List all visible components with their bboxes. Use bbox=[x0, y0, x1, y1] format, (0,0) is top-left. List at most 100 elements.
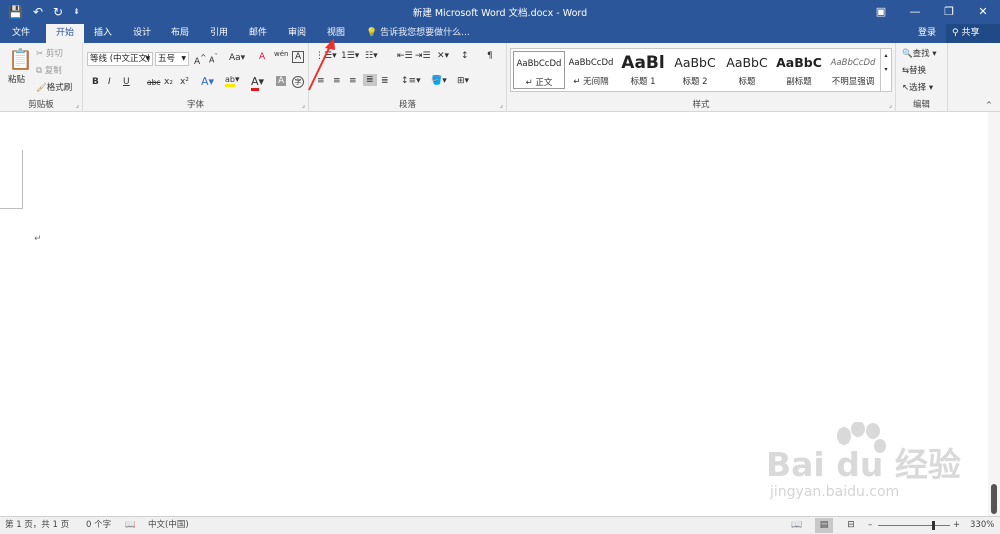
sort-icon[interactable]: ↕ bbox=[461, 51, 469, 61]
tell-me-box[interactable]: 💡 告诉我您想要做什么... bbox=[366, 24, 470, 43]
select-button[interactable]: ↖选择 ▾ bbox=[902, 81, 933, 93]
restore-button[interactable]: ❐ bbox=[932, 0, 966, 24]
dialog-launcher-icon[interactable]: ⌟ bbox=[500, 101, 503, 109]
decrease-indent-icon[interactable]: ⇤☰ bbox=[397, 51, 413, 61]
align-right-icon[interactable]: ≡ bbox=[349, 76, 357, 86]
dialog-launcher-icon[interactable]: ⌟ bbox=[76, 101, 79, 109]
person-icon: ⚲ bbox=[952, 28, 959, 38]
style-subtitle[interactable]: AaBbC 副标题 bbox=[773, 51, 825, 89]
editing-group-label: 编辑 bbox=[912, 100, 930, 110]
format-painter-button[interactable]: 🖌格式刷 bbox=[36, 81, 72, 93]
strikethrough-button[interactable]: abc bbox=[147, 78, 160, 87]
page-count[interactable]: 第 1 页，共 1 页 bbox=[5, 517, 69, 534]
sign-in-link[interactable]: 登录 bbox=[918, 24, 936, 43]
font-size-value: 五号 bbox=[158, 54, 176, 64]
increase-indent-icon[interactable]: ⇥☰ bbox=[415, 51, 431, 61]
tab-review[interactable]: 审阅 bbox=[282, 24, 312, 43]
style-subtle-emphasis[interactable]: AaBbCcDd 不明显强调 bbox=[825, 51, 881, 89]
font-family-dropdown[interactable]: 等线 (中文正文) ▼ bbox=[87, 52, 153, 66]
borders-icon[interactable]: ⊞▾ bbox=[457, 76, 469, 86]
paste-button[interactable]: 粘贴 bbox=[8, 73, 25, 85]
title-bar: 💾 ↶ ↻ ⇟ 新建 Microsoft Word 文档.docx - Word… bbox=[0, 0, 1000, 24]
style-heading-2[interactable]: AaBbC 标题 2 bbox=[669, 51, 721, 89]
share-button[interactable]: ⚲ 共享 bbox=[946, 24, 1000, 43]
web-layout-icon[interactable]: ⊟ bbox=[842, 518, 860, 533]
paragraph-group: ⋮☰▾ 1☰▾ ☷▾ ⇤☰ ⇥☰ ✕▾ ↕ ¶ ≡ ≡ ≡ ≣ ≣ ↕≡▾ 🪣▾… bbox=[309, 43, 507, 112]
shrink-font-button[interactable]: Aˇ bbox=[209, 53, 218, 65]
brush-icon: 🖌 bbox=[36, 83, 47, 93]
zoom-slider[interactable] bbox=[878, 525, 950, 526]
enclose-char-button[interactable]: 字 bbox=[292, 76, 304, 88]
chinese-layout-icon[interactable]: ✕▾ bbox=[437, 51, 449, 61]
change-case-button[interactable]: Aa▾ bbox=[229, 53, 245, 63]
collapse-ribbon-icon[interactable]: ^ bbox=[986, 101, 992, 109]
tab-mailings[interactable]: 邮件 bbox=[243, 24, 273, 43]
proofing-icon[interactable]: 📖 bbox=[125, 517, 136, 534]
text-effects-button[interactable]: A▾ bbox=[201, 75, 214, 88]
subscript-button[interactable]: x₂ bbox=[164, 77, 173, 87]
align-left-icon[interactable]: ≡ bbox=[317, 76, 325, 86]
read-mode-icon[interactable]: 📖 bbox=[788, 518, 806, 533]
vertical-scrollbar[interactable] bbox=[988, 112, 1000, 516]
ribbon-display-options-icon[interactable]: ▣ bbox=[864, 0, 898, 24]
phonetic-guide-button[interactable]: wén bbox=[274, 50, 288, 58]
highlight-button[interactable]: ab▾ bbox=[225, 75, 240, 87]
tell-me-text: 告诉我您想要做什么... bbox=[380, 28, 470, 38]
clear-format-button[interactable]: A bbox=[259, 52, 265, 62]
style-title[interactable]: AaBbC 标题 bbox=[721, 51, 773, 89]
italic-button[interactable]: I bbox=[108, 77, 111, 87]
font-size-dropdown[interactable]: 五号 ▼ bbox=[155, 52, 189, 66]
align-center-icon[interactable]: ≡ bbox=[333, 76, 341, 86]
word-count[interactable]: 0 个字 bbox=[86, 517, 111, 534]
zoom-out-button[interactable]: – bbox=[868, 517, 872, 534]
style-no-spacing[interactable]: AaBbCcDd ↵ 无间隔 bbox=[565, 51, 617, 89]
print-layout-icon[interactable]: ▤ bbox=[815, 518, 833, 533]
tab-view[interactable]: 视图 bbox=[321, 24, 351, 43]
tab-file[interactable]: 文件 bbox=[4, 24, 38, 43]
style-heading-1[interactable]: AaBl 标题 1 bbox=[617, 51, 669, 89]
char-shading-button[interactable]: A bbox=[276, 76, 287, 86]
tab-home[interactable]: 开始 bbox=[46, 24, 84, 43]
font-color-button[interactable]: A▾ bbox=[251, 75, 264, 91]
window-controls: ▣ — ❐ ✕ bbox=[864, 0, 1000, 24]
tab-insert[interactable]: 插入 bbox=[88, 24, 118, 43]
minimize-button[interactable]: — bbox=[898, 0, 932, 24]
zoom-in-button[interactable]: + bbox=[953, 517, 960, 534]
zoom-slider-thumb[interactable] bbox=[932, 521, 935, 530]
shading-icon[interactable]: 🪣▾ bbox=[431, 76, 447, 86]
superscript-button[interactable]: x² bbox=[180, 77, 189, 87]
style-preview: AaBbCcDd bbox=[830, 58, 876, 68]
dialog-launcher-icon[interactable]: ⌟ bbox=[889, 101, 892, 109]
editing-group: 🔍查找 ▾ ⇆替换 ↖选择 ▾ 编辑 bbox=[896, 43, 948, 112]
find-button[interactable]: 🔍查找 ▾ bbox=[902, 47, 937, 59]
style-normal[interactable]: AaBbCcDd ↵ 正文 bbox=[513, 51, 565, 89]
multilevel-list-icon[interactable]: ☷▾ bbox=[365, 51, 378, 61]
justify-icon[interactable]: ≣ bbox=[363, 74, 377, 86]
zoom-level[interactable]: 330% bbox=[970, 517, 994, 534]
clipboard-group: 📋 粘贴 ✂ 剪切 ⧉ 复制 🖌格式刷 剪贴板 ⌟ bbox=[0, 43, 83, 112]
close-button[interactable]: ✕ bbox=[966, 0, 1000, 24]
tab-references[interactable]: 引用 bbox=[204, 24, 234, 43]
copy-label: 复制 bbox=[44, 66, 62, 76]
distributed-icon[interactable]: ≣ bbox=[381, 76, 389, 86]
dialog-launcher-icon[interactable]: ⌟ bbox=[302, 101, 305, 109]
tab-design[interactable]: 设计 bbox=[127, 24, 157, 43]
bullets-icon[interactable]: ⋮☰▾ bbox=[315, 51, 337, 61]
copy-button[interactable]: ⧉ 复制 bbox=[36, 64, 62, 76]
font-group-label: 字体 bbox=[186, 100, 204, 110]
bold-button[interactable]: B bbox=[92, 77, 99, 87]
paste-icon[interactable]: 📋 bbox=[8, 47, 33, 71]
char-border-button[interactable]: A bbox=[292, 51, 305, 63]
show-marks-icon[interactable]: ¶ bbox=[487, 51, 493, 61]
language[interactable]: 中文(中国) bbox=[148, 517, 189, 534]
scrollbar-thumb[interactable] bbox=[991, 484, 997, 514]
styles-gallery-scroll[interactable]: ▴ ▾ bbox=[880, 48, 892, 92]
cut-button[interactable]: ✂ 剪切 bbox=[36, 47, 63, 59]
ribbon: 📋 粘贴 ✂ 剪切 ⧉ 复制 🖌格式刷 剪贴板 ⌟ 等线 (中文正文) ▼ 五号 ▼… bbox=[0, 43, 1000, 112]
underline-button[interactable]: U bbox=[123, 77, 130, 87]
numbering-icon[interactable]: 1☰▾ bbox=[341, 51, 359, 61]
tab-layout[interactable]: 布局 bbox=[165, 24, 195, 43]
replace-button[interactable]: ⇆替换 bbox=[902, 64, 926, 76]
grow-font-button[interactable]: A^ bbox=[194, 53, 206, 67]
line-spacing-icon[interactable]: ↕≡▾ bbox=[401, 76, 421, 86]
